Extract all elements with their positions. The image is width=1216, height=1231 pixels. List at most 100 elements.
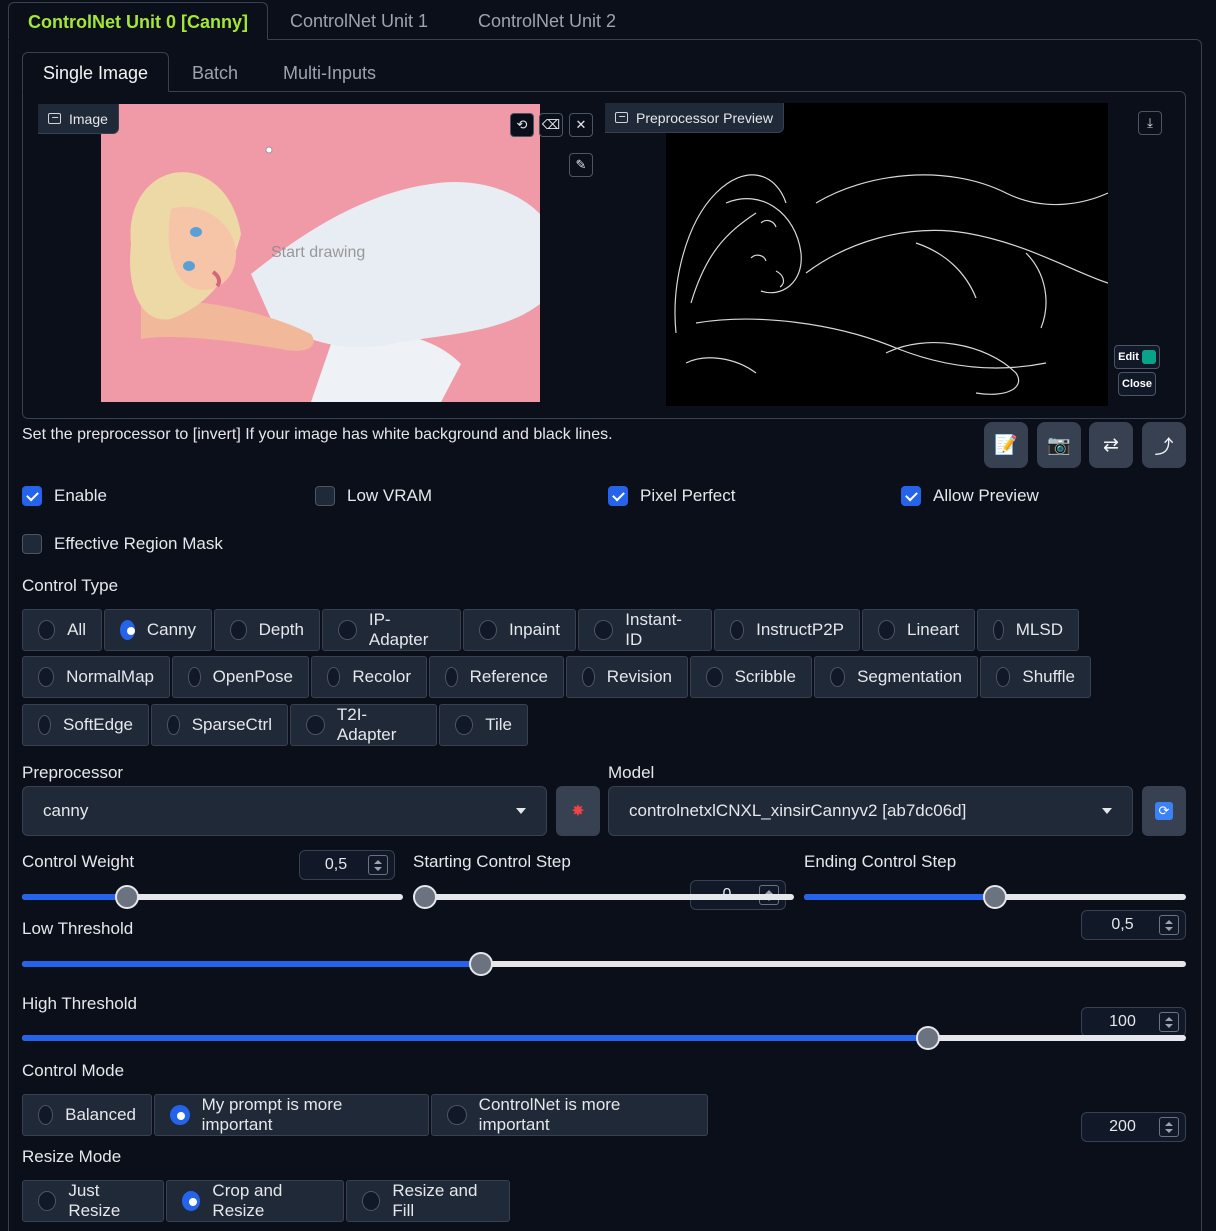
- control-weight-input[interactable]: 0,5: [299, 850, 395, 880]
- download-icon[interactable]: ⤓: [1138, 111, 1162, 135]
- run-preprocessor-button[interactable]: ✸: [556, 786, 600, 836]
- radio-canny[interactable]: Canny: [104, 609, 212, 651]
- starting-step-slider[interactable]: [413, 885, 794, 909]
- low-threshold-input[interactable]: 100: [1081, 1007, 1186, 1037]
- radio-dot: [188, 667, 201, 687]
- radio-openpose[interactable]: OpenPose: [172, 656, 309, 698]
- radio-segmentation[interactable]: Segmentation: [814, 656, 978, 698]
- refresh-models-button[interactable]: ⟳: [1142, 786, 1186, 836]
- checkbox-box[interactable]: [315, 486, 335, 506]
- camera-icon[interactable]: 📷: [1037, 422, 1081, 468]
- undo-icon[interactable]: ⟲: [510, 113, 534, 137]
- radio-reference[interactable]: Reference: [429, 656, 564, 698]
- radio-dot: [362, 1191, 381, 1211]
- checkbox-box[interactable]: [901, 486, 921, 506]
- checkbox-label: Enable: [54, 486, 107, 505]
- radio-dot: [38, 667, 55, 687]
- tab-single-image[interactable]: Single Image: [22, 52, 170, 92]
- radio-instructp2p[interactable]: InstructP2P: [714, 609, 860, 651]
- close-button[interactable]: Close: [1118, 372, 1156, 396]
- radio-instant-id[interactable]: Instant-ID: [578, 609, 712, 651]
- high-threshold-input[interactable]: 200: [1081, 1112, 1186, 1142]
- close-icon[interactable]: ✕: [569, 113, 593, 137]
- swap-icon[interactable]: ⇄: [1089, 422, 1133, 468]
- checkbox-box[interactable]: [608, 486, 628, 506]
- eraser-icon[interactable]: ⌫: [539, 113, 563, 137]
- spinner-icon[interactable]: [1159, 1117, 1179, 1137]
- pixel-perfect-checkbox[interactable]: Pixel Perfect: [608, 486, 735, 506]
- radio-normalmap[interactable]: NormalMap: [22, 656, 170, 698]
- radio-prompt-important[interactable]: My prompt is more important: [154, 1094, 429, 1136]
- spinner-icon[interactable]: [1159, 1012, 1179, 1032]
- tab-multi-inputs[interactable]: Multi-Inputs: [263, 53, 396, 93]
- spinner-icon[interactable]: [1159, 915, 1179, 935]
- radio-label: Reference: [469, 667, 548, 686]
- control-weight-slider[interactable]: [22, 885, 403, 909]
- slider-thumb[interactable]: [983, 885, 1007, 909]
- radio-shuffle[interactable]: Shuffle: [980, 656, 1091, 698]
- control-mode-label: Control Mode: [22, 1061, 125, 1080]
- model-label: Model: [608, 763, 655, 782]
- canvas-placeholder: Start drawing: [271, 244, 366, 261]
- preview-image: [674, 174, 1108, 395]
- radio-dot: [327, 667, 341, 687]
- low-threshold-slider[interactable]: [22, 952, 1186, 976]
- radio-dot: [730, 620, 745, 640]
- edit-button[interactable]: Edit: [1114, 345, 1160, 369]
- ending-step-input[interactable]: 0,5: [1081, 910, 1186, 940]
- radio-tile[interactable]: Tile: [439, 704, 528, 746]
- radio-lineart[interactable]: Lineart: [862, 609, 975, 651]
- radio-just-resize[interactable]: Just Resize: [22, 1180, 164, 1222]
- tab-unit-0[interactable]: ControlNet Unit 0 [Canny]: [8, 2, 268, 40]
- slider-thumb[interactable]: [468, 952, 493, 976]
- radio-t2i-adapter[interactable]: T2I-Adapter: [290, 704, 437, 746]
- ending-step-slider[interactable]: [804, 885, 1186, 909]
- radio-dot: [993, 620, 1004, 640]
- radio-depth[interactable]: Depth: [214, 609, 320, 651]
- radio-softedge[interactable]: SoftEdge: [22, 704, 149, 746]
- radio-all[interactable]: All: [22, 609, 102, 651]
- low-vram-checkbox[interactable]: Low VRAM: [315, 486, 432, 506]
- radio-ip-adapter[interactable]: IP-Adapter: [322, 609, 461, 651]
- allow-preview-checkbox[interactable]: Allow Preview: [901, 486, 1039, 506]
- radio-balanced[interactable]: Balanced: [22, 1094, 152, 1136]
- brush-icon[interactable]: ✎: [569, 153, 593, 177]
- high-threshold-slider[interactable]: [22, 1026, 1186, 1050]
- radio-label: IP-Adapter: [368, 610, 429, 649]
- enable-checkbox[interactable]: Enable: [22, 486, 107, 506]
- radio-mlsd[interactable]: MLSD: [977, 609, 1079, 651]
- checkbox-box[interactable]: [22, 486, 42, 506]
- new-canvas-icon[interactable]: 📝: [984, 422, 1028, 468]
- radio-crop-and-resize[interactable]: Crop and Resize: [166, 1180, 344, 1222]
- image-label-text: Image: [69, 110, 108, 127]
- radio-sparsectrl[interactable]: SparseCtrl: [151, 704, 288, 746]
- slider-thumb[interactable]: [915, 1026, 940, 1050]
- radio-controlnet-important[interactable]: ControlNet is more important: [431, 1094, 708, 1136]
- radio-dot: [38, 715, 52, 735]
- radio-dot: [582, 667, 595, 687]
- checkbox-label: Effective Region Mask: [54, 534, 223, 553]
- radio-revision[interactable]: Revision: [566, 656, 688, 698]
- spinner-icon[interactable]: [368, 855, 388, 875]
- radio-resize-and-fill[interactable]: Resize and Fill: [346, 1180, 510, 1222]
- radio-recolor[interactable]: Recolor: [311, 656, 427, 698]
- slider-thumb[interactable]: [114, 885, 139, 909]
- effective-region-mask-checkbox[interactable]: Effective Region Mask: [22, 534, 223, 554]
- tab-unit-1[interactable]: ControlNet Unit 1: [271, 2, 447, 40]
- tab-unit-2[interactable]: ControlNet Unit 2: [459, 2, 635, 40]
- send-dimensions-icon[interactable]: ⤴: [1142, 422, 1186, 468]
- radio-inpaint[interactable]: Inpaint: [463, 609, 576, 651]
- image-label: Image: [38, 104, 119, 134]
- radio-label: Recolor: [352, 667, 411, 686]
- radio-scribble[interactable]: Scribble: [690, 656, 812, 698]
- model-dropdown[interactable]: controlnetxlCNXL_xinsirCannyv2 [ab7dc06d…: [608, 786, 1133, 836]
- radio-label: InstructP2P: [756, 620, 844, 639]
- chevron-down-icon: [1102, 808, 1112, 814]
- tab-batch[interactable]: Batch: [172, 53, 258, 93]
- radio-dot: [445, 667, 458, 687]
- checkbox-box[interactable]: [22, 534, 42, 554]
- preprocessor-dropdown[interactable]: canny: [22, 786, 547, 836]
- image-canvas[interactable]: Start drawing: [101, 104, 540, 402]
- slider-thumb[interactable]: [413, 885, 437, 909]
- preview-label-text: Preprocessor Preview: [636, 109, 773, 126]
